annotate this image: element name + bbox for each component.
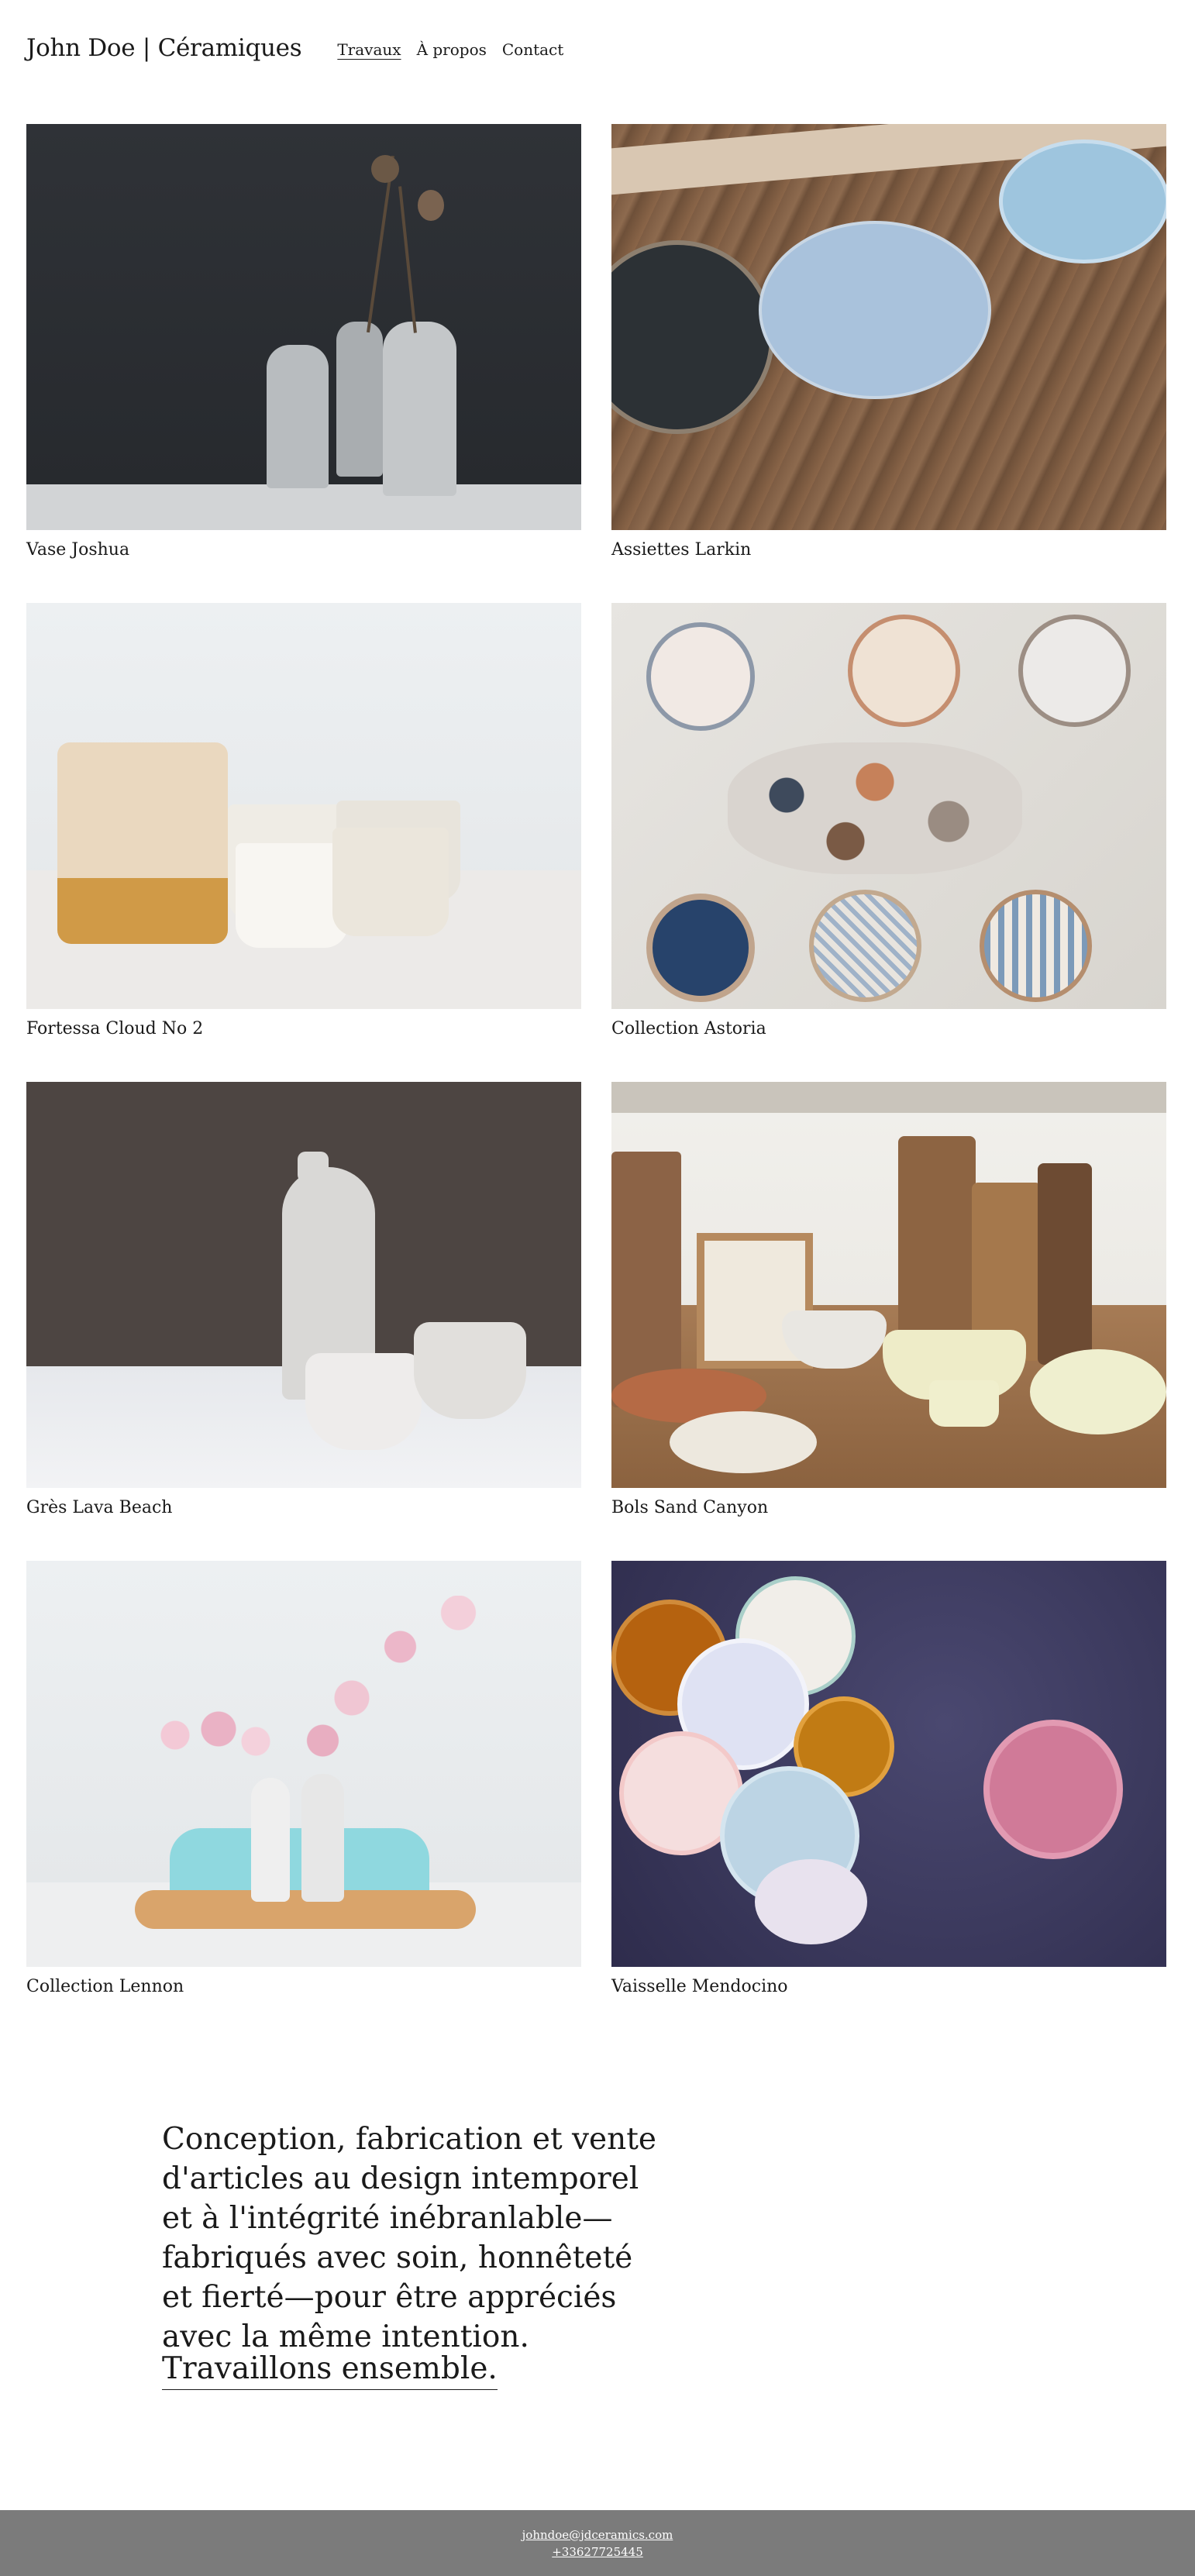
- works-grid: Vase Joshua Assiettes Larkin Fortessa Cl…: [26, 124, 1166, 2040]
- nav-item-a-propos[interactable]: À propos: [417, 40, 487, 59]
- work-caption: Vase Joshua: [26, 540, 130, 560]
- site-header: John Doe | Céramiques Travaux À propos C…: [26, 31, 579, 65]
- work-image[interactable]: [611, 603, 1166, 1009]
- work-item[interactable]: Bols Sand Canyon: [611, 1082, 1166, 1561]
- main-nav: Travaux À propos Contact: [337, 37, 579, 59]
- site-footer: johndoe@jdceramics.com +33627725445: [0, 2510, 1195, 2576]
- work-item[interactable]: Collection Lennon: [26, 1561, 581, 2040]
- work-image[interactable]: [611, 124, 1166, 530]
- work-item[interactable]: Vaisselle Mendocino: [611, 1561, 1166, 2040]
- work-caption: Bols Sand Canyon: [611, 1498, 769, 1517]
- work-image[interactable]: [611, 1082, 1166, 1488]
- work-image[interactable]: [611, 1561, 1166, 1967]
- site-title[interactable]: John Doe | Céramiques: [26, 34, 302, 62]
- work-caption: Fortessa Cloud No 2: [26, 1019, 204, 1038]
- work-caption: Grès Lava Beach: [26, 1498, 173, 1517]
- cta-link[interactable]: Travaillons ensemble.: [162, 2351, 498, 2390]
- footer-email-link[interactable]: johndoe@jdceramics.com: [522, 2526, 673, 2543]
- work-item[interactable]: Collection Astoria: [611, 603, 1166, 1082]
- work-image[interactable]: [26, 1082, 581, 1488]
- work-caption: Assiettes Larkin: [611, 540, 752, 560]
- work-image[interactable]: [26, 124, 581, 530]
- work-item[interactable]: Fortessa Cloud No 2: [26, 603, 581, 1082]
- work-image[interactable]: [26, 1561, 581, 1967]
- tagline: Conception, fabrication et vente d'artic…: [162, 2122, 656, 2354]
- work-caption: Collection Lennon: [26, 1977, 184, 1996]
- footer-phone-link[interactable]: +33627725445: [552, 2543, 643, 2561]
- work-item[interactable]: Assiettes Larkin: [611, 124, 1166, 603]
- work-item[interactable]: Grès Lava Beach: [26, 1082, 581, 1561]
- work-caption: Vaisselle Mendocino: [611, 1977, 788, 1996]
- nav-item-travaux[interactable]: Travaux: [337, 40, 401, 59]
- work-caption: Collection Astoria: [611, 1019, 766, 1038]
- work-image[interactable]: [26, 603, 581, 1009]
- nav-item-contact[interactable]: Contact: [502, 40, 563, 59]
- work-item[interactable]: Vase Joshua: [26, 124, 581, 603]
